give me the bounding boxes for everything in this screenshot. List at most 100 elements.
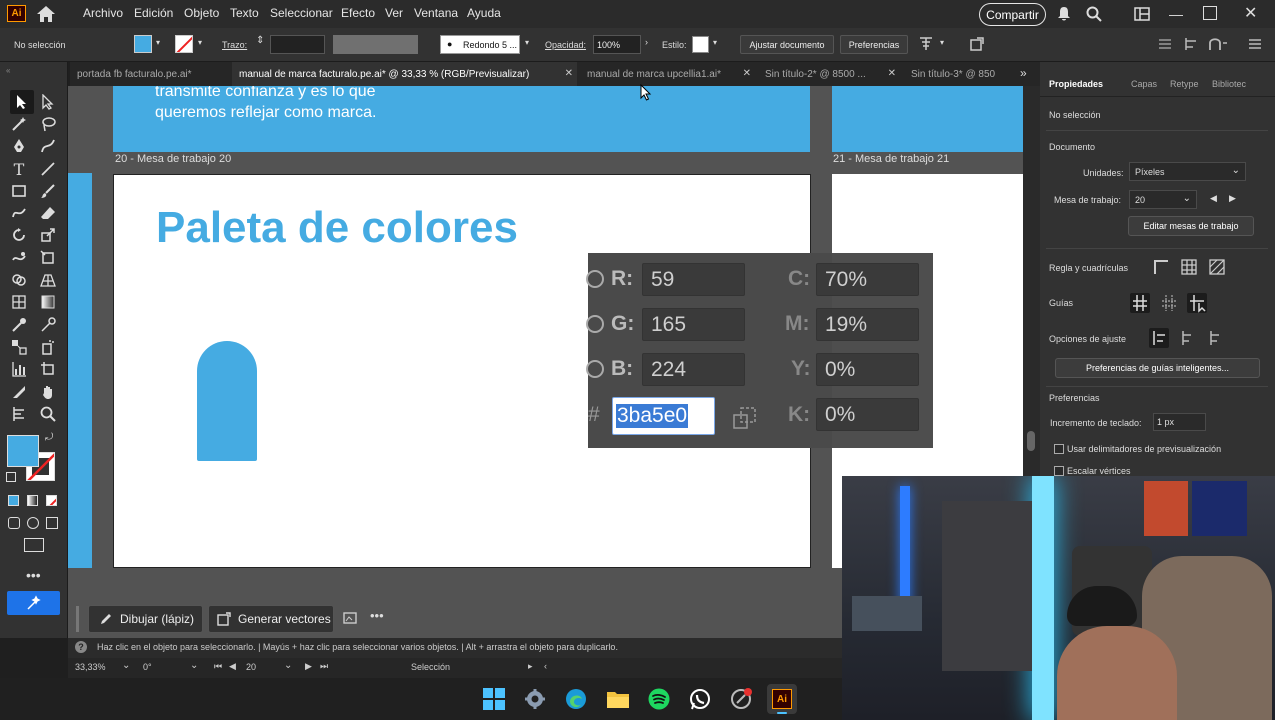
menu-seleccionar[interactable]: Seleccionar [270, 6, 333, 20]
search-icon[interactable] [1086, 6, 1102, 22]
chevron-down-icon[interactable]: ▾ [713, 38, 717, 47]
app-notification-icon[interactable] [730, 688, 752, 710]
zoom-tool-icon[interactable] [38, 404, 58, 424]
rotate-tool-icon[interactable] [9, 225, 29, 245]
opacity-field[interactable]: 100% [593, 35, 641, 54]
spotify-icon[interactable] [648, 688, 670, 710]
screen-mode-icon[interactable] [24, 538, 44, 552]
menu-objeto[interactable]: Objeto [184, 6, 219, 20]
artboard-20-label[interactable]: 20 - Mesa de trabajo 20 [115, 153, 231, 165]
fill-color-front[interactable] [7, 435, 39, 467]
menu-archivo[interactable]: Archivo [83, 6, 123, 20]
image-options-icon[interactable] [343, 612, 359, 626]
menu-ver[interactable]: Ver [385, 6, 403, 20]
smart-guides-icon[interactable] [1187, 293, 1207, 313]
whatsapp-icon[interactable] [689, 688, 711, 710]
home-icon[interactable] [36, 5, 56, 23]
draw-inside-icon[interactable] [46, 517, 58, 529]
units-dropdown[interactable]: Píxeles ⌄ [1129, 162, 1246, 181]
hand-tool-icon[interactable] [38, 382, 58, 402]
copy-color-icon[interactable] [733, 407, 757, 429]
selection-tool-icon[interactable] [12, 92, 32, 112]
edit-artboards-button[interactable]: Editar mesas de trabajo [1128, 216, 1254, 236]
pen-tool-icon[interactable] [9, 136, 29, 156]
tab-manual-upcellia[interactable]: manual de marca upcellia1.ai* ✕ [580, 62, 755, 86]
shaper-tool-icon[interactable] [9, 203, 29, 223]
first-artboard-icon[interactable]: ⏮ [214, 661, 222, 672]
r-radio[interactable] [586, 270, 604, 288]
help-icon[interactable]: ? [75, 641, 87, 653]
minimize-icon[interactable]: — [1169, 6, 1183, 22]
close-tab-icon[interactable]: ✕ [743, 68, 751, 79]
artboard-tool-icon[interactable] [38, 359, 58, 379]
measure-icon[interactable] [38, 315, 58, 335]
chevron-down-icon[interactable]: ▾ [525, 38, 529, 47]
draw-normal-icon[interactable] [8, 517, 20, 529]
artboard-dropdown[interactable]: 20 ⌄ [1129, 190, 1197, 209]
warp-tool-icon[interactable] [9, 248, 29, 268]
type-tool-icon[interactable]: T [9, 159, 29, 179]
lasso-icon[interactable] [38, 114, 58, 134]
close-tab-icon[interactable]: ✕ [565, 68, 573, 79]
b-field[interactable]: 224 [642, 353, 745, 386]
next-artboard-icon[interactable]: ▶ [1229, 193, 1236, 204]
tab-properties[interactable]: Propiedades [1049, 79, 1103, 89]
stroke-swatch[interactable] [175, 35, 193, 53]
windows-start-icon[interactable] [483, 688, 505, 710]
stepper-icon[interactable]: ⇕ [256, 35, 264, 46]
y-field[interactable]: 0% [816, 353, 919, 386]
none-mode-icon[interactable] [46, 495, 57, 506]
vertical-scrollbar[interactable] [1023, 86, 1040, 476]
more-tools-icon[interactable]: ••• [26, 567, 41, 583]
color-swatch-shape[interactable] [197, 341, 257, 461]
paintbrush-icon[interactable] [38, 181, 58, 201]
last-artboard-icon[interactable]: ⏭ [320, 661, 328, 672]
keyboard-increment-field[interactable]: 1 px [1153, 413, 1206, 431]
close-icon[interactable]: ✕ [1244, 3, 1257, 23]
zoom-level[interactable]: 33,33% [75, 662, 106, 672]
align-icon[interactable] [918, 36, 934, 52]
contextual-taskbar-toggle[interactable] [7, 591, 60, 615]
chevron-down-icon[interactable]: ⌄ [122, 660, 130, 671]
c-field[interactable]: 70% [816, 263, 919, 296]
more-tabs-icon[interactable]: » [1020, 66, 1027, 80]
k-field[interactable]: 0% [816, 398, 919, 431]
line-tool-icon[interactable] [38, 159, 58, 179]
blend-tool-icon[interactable] [9, 337, 29, 357]
chevron-right-icon[interactable]: › [645, 37, 648, 47]
transparency-grid-icon[interactable] [1209, 259, 1225, 275]
share-button[interactable]: Compartir [979, 3, 1046, 26]
ruler-icon[interactable] [1153, 259, 1169, 275]
shape-icon[interactable] [1208, 37, 1228, 51]
edge-browser-icon[interactable] [565, 688, 587, 710]
g-field[interactable]: 165 [642, 308, 745, 341]
color-mode-icon[interactable] [8, 495, 19, 506]
perspective-grid-icon[interactable] [38, 270, 58, 290]
smart-guides-prefs-button[interactable]: Preferencias de guías inteligentes... [1055, 358, 1260, 378]
menu-texto[interactable]: Texto [230, 6, 259, 20]
prev-artboard-icon[interactable]: ◀ [1210, 193, 1217, 204]
close-tab-icon[interactable]: ✕ [888, 68, 896, 79]
menu-edicion[interactable]: Edición [134, 6, 173, 20]
scale-tool-icon[interactable] [38, 225, 58, 245]
curvature-tool-icon[interactable] [38, 136, 58, 156]
slice-tool-icon[interactable] [9, 382, 29, 402]
tab-layers[interactable]: Capas [1131, 79, 1157, 89]
prev-artboard-icon[interactable]: ◀ [229, 661, 236, 672]
draw-pencil-button[interactable]: Dibujar (lápiz) [88, 605, 203, 633]
tab-sin-titulo-2[interactable]: Sin título-2* @ 8500 ... ✕ [758, 62, 900, 86]
draw-behind-icon[interactable] [27, 517, 39, 529]
maximize-icon[interactable] [1203, 6, 1217, 20]
arrange-icon[interactable] [969, 36, 985, 52]
lock-guides-icon[interactable] [1159, 293, 1179, 313]
artboard-number[interactable]: 20 [246, 662, 256, 672]
workspace-icon[interactable] [1134, 7, 1150, 21]
column-graph-icon[interactable] [9, 359, 29, 379]
stroke-width-field[interactable] [270, 35, 325, 54]
m-field[interactable]: 19% [816, 308, 919, 341]
settings-icon[interactable] [524, 688, 546, 710]
panel-menu-icon[interactable] [1248, 37, 1262, 51]
tab-manual-facturalo[interactable]: manual de marca facturalo.pe.ai* @ 33,33… [232, 62, 577, 86]
preferences-button[interactable]: Preferencias [840, 35, 908, 54]
chevron-down-icon[interactable]: ▾ [940, 38, 944, 47]
